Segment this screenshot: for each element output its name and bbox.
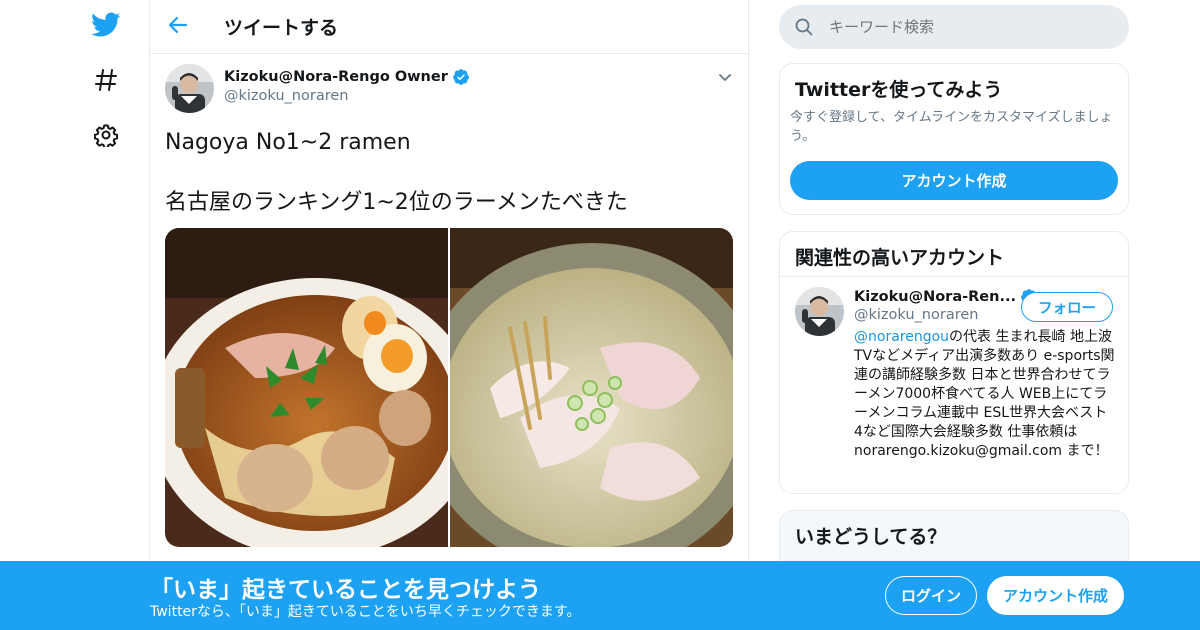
search-icon bbox=[795, 18, 813, 36]
hashtag-icon bbox=[94, 68, 118, 96]
tweet-text-line: 名古屋のランキング1~2位のラーメンたべきた bbox=[165, 190, 628, 215]
tweet-media bbox=[165, 228, 733, 547]
tweet-photo-ramen-1[interactable] bbox=[165, 228, 480, 547]
related-accounts-title: 関連性の高いアカウント bbox=[780, 232, 1128, 277]
explore-link[interactable] bbox=[86, 62, 126, 102]
twitter-home-link[interactable] bbox=[86, 7, 126, 47]
search-box[interactable] bbox=[779, 5, 1129, 49]
related-account[interactable]: Kizoku@Nora-Ren... @kizoku_noraren @nora… bbox=[780, 277, 1128, 471]
login-button[interactable]: ログイン bbox=[885, 576, 977, 615]
page-title: ツイートする bbox=[224, 17, 339, 39]
bio-mention-link[interactable]: @norarengou bbox=[854, 329, 949, 345]
banner-create-account-button[interactable]: アカウント作成 bbox=[987, 576, 1124, 615]
author-name: Kizoku@Nora-Rengo Owner bbox=[224, 69, 448, 85]
bio-text: の代表 生まれ長崎 地上波TVなどメディア出演多数あり e-sports関連の講… bbox=[854, 329, 1115, 459]
verified-badge-icon bbox=[452, 68, 470, 86]
page: ツイートする Kizoku@Nora-Rengo Owner @kizoku_n… bbox=[0, 0, 1200, 630]
settings-link[interactable] bbox=[86, 117, 126, 157]
related-accounts-card: 関連性の高いアカウント Kizoku@Nora-Ren... @kizoku_n… bbox=[779, 231, 1129, 494]
gear-icon bbox=[93, 123, 119, 151]
tweet-text-line: Nagoya No1~2 ramen bbox=[165, 130, 411, 155]
back-arrow-icon bbox=[168, 16, 188, 38]
banner-subtitle: Twitterなら、「いま」起きていることをいち早くチェックできます。 bbox=[150, 604, 581, 620]
banner-title: 「いま」起きていることを見つけよう bbox=[150, 577, 541, 603]
search-input[interactable] bbox=[829, 18, 1089, 36]
signup-card-subtitle: 今すぐ登録して、タイムラインをカスタマイズしましょう。 bbox=[790, 110, 1113, 144]
left-nav bbox=[0, 0, 150, 630]
signup-banner: 「いま」起きていることを見つけよう Twitterなら、「いま」起きていることを… bbox=[0, 561, 1200, 630]
related-account-name: Kizoku@Nora-Ren... bbox=[854, 289, 1016, 305]
tweet-text: Nagoya No1~2 ramen 名古屋のランキング1~2位のラーメンたべき… bbox=[165, 128, 733, 218]
avatar[interactable] bbox=[795, 287, 844, 336]
follow-button[interactable]: フォロー bbox=[1021, 292, 1113, 322]
signup-card: Twitterを使ってみよう 今すぐ登録して、タイムラインをカスタマイズしましょ… bbox=[779, 63, 1129, 215]
back-button[interactable] bbox=[150, 0, 206, 54]
author-handle[interactable]: @kizoku_noraren bbox=[224, 88, 470, 104]
tweet-menu-button[interactable] bbox=[718, 68, 732, 87]
tweet-photo-ramen-2[interactable] bbox=[417, 228, 733, 547]
tweet: Kizoku@Nora-Rengo Owner @kizoku_noraren … bbox=[150, 54, 748, 547]
twitter-bird-icon bbox=[91, 12, 121, 42]
main-header: ツイートする bbox=[150, 0, 748, 54]
main-column: ツイートする Kizoku@Nora-Rengo Owner @kizoku_n… bbox=[149, 0, 749, 630]
signup-card-title: Twitterを使ってみよう bbox=[795, 79, 1003, 101]
create-account-button[interactable]: アカウント作成 bbox=[790, 161, 1118, 200]
tweet-author-row: Kizoku@Nora-Rengo Owner @kizoku_noraren bbox=[165, 64, 733, 113]
author-info: Kizoku@Nora-Rengo Owner @kizoku_noraren bbox=[224, 68, 470, 104]
author-name-row[interactable]: Kizoku@Nora-Rengo Owner bbox=[224, 68, 470, 86]
related-account-bio: @norarengouの代表 生まれ長崎 地上波TVなどメディア出演多数あり e… bbox=[854, 328, 1116, 461]
whats-happening-title: いまどうしてる？ bbox=[795, 526, 947, 548]
chevron-down-icon bbox=[718, 68, 732, 87]
avatar[interactable] bbox=[165, 64, 214, 113]
